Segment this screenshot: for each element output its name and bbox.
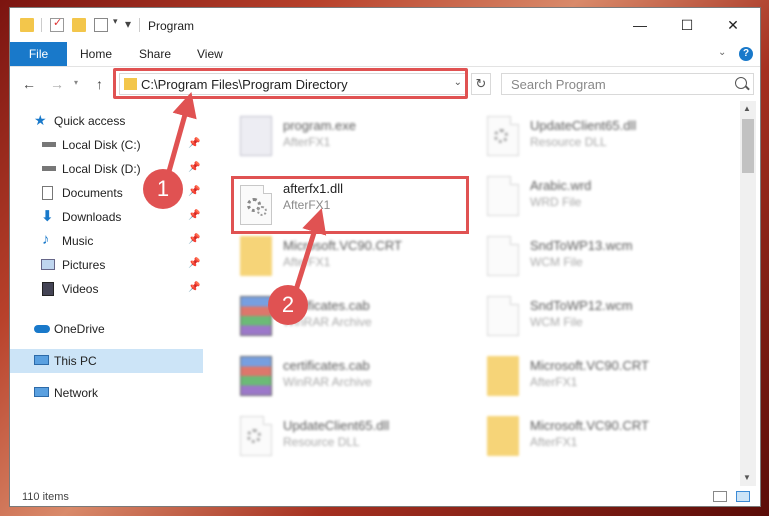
callout-arrows — [165, 91, 327, 291]
arrow-to-address-bar — [165, 91, 197, 176]
callout-step-one: 1 — [143, 169, 183, 209]
callout-step-two: 2 — [268, 285, 308, 325]
arrow-to-dll-file — [293, 208, 327, 291]
